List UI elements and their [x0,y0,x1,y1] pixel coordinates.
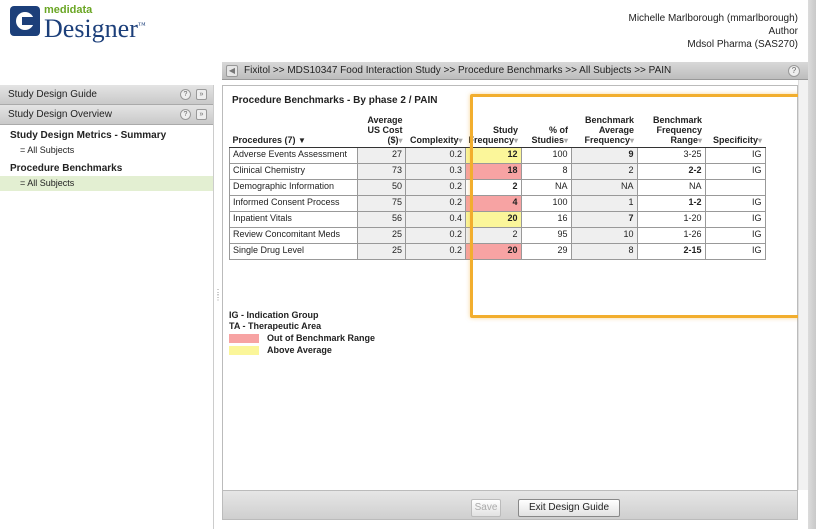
yellow-swatch [229,346,259,355]
col-complexity[interactable]: Complexity▾ [405,114,466,148]
cell-complexity: 0.2 [405,147,466,164]
col-procedures[interactable]: Procedures (7) ▼ [229,114,358,148]
cell-procedure: Inpatient Vitals [229,211,358,228]
cell-cost: 25 [357,243,406,260]
back-arrow-icon[interactable]: ◀ [226,65,238,77]
sidebar: Study Design Guide ? » Study Design Over… [0,85,214,529]
app-header: medidata Designer™ Michelle Marlborough … [0,0,808,70]
cell-procedure: Review Concomitant Meds [229,227,358,244]
brand-name: Designer™ [44,14,146,43]
cell-procedure: Informed Consent Process [229,195,358,212]
help-icon[interactable]: ? [180,109,191,120]
highlight-box [470,94,804,318]
cell-cost: 75 [357,195,406,212]
main-panel: Procedure Benchmarks - By phase 2 / PAIN… [222,85,804,520]
user-info: Michelle Marlborough (mmarlborough) Auth… [628,12,798,51]
cell-cost: 25 [357,227,406,244]
cell-complexity: 0.2 [405,179,466,196]
sidebar-header-label: Study Design Overview [8,109,112,120]
sidebar-item-benchmarks-all-subjects[interactable]: = All Subjects [0,176,213,191]
cell-procedure: Adverse Events Assessment [229,147,358,164]
legend-ta: TA - Therapeutic Area [229,321,322,331]
user-role: Author [768,26,798,37]
vertical-scrollbar[interactable] [798,80,808,490]
cell-cost: 56 [357,211,406,228]
red-swatch [229,334,259,343]
legend-out-of-range: Out of Benchmark Range [229,333,375,344]
cell-cost: 27 [357,147,406,164]
sidebar-section-metrics-summary[interactable]: Study Design Metrics - Summary [0,125,213,143]
help-icon[interactable]: ? [788,65,800,77]
panel-title: Procedure Benchmarks - By phase 2 / PAIN [232,95,438,106]
cell-complexity: 0.3 [405,163,466,180]
cell-cost: 73 [357,163,406,180]
panel-splitter[interactable]: ⋮ ⋮ [214,289,222,310]
collapse-icon[interactable]: » [196,89,207,100]
cell-procedure: Demographic Information [229,179,358,196]
col-average-cost[interactable]: Average US Cost ($)▾ [357,114,406,148]
cell-procedure: Single Drug Level [229,243,358,260]
sidebar-item-metrics-all-subjects[interactable]: = All Subjects [0,143,213,158]
cell-complexity: 0.4 [405,211,466,228]
cell-complexity: 0.2 [405,195,466,212]
exit-design-guide-button[interactable]: Exit Design Guide [518,499,620,517]
user-name: Michelle Marlborough (mmarlborough) [628,13,798,24]
save-button[interactable]: Save [471,499,501,517]
medidata-logo-icon [10,6,40,36]
breadcrumb[interactable]: Fixitol >> MDS10347 Food Interaction Stu… [244,65,671,76]
sidebar-header-label: Study Design Guide [8,89,97,100]
user-company: Mdsol Pharma (SAS270) [687,39,798,50]
cell-complexity: 0.2 [405,227,466,244]
sidebar-section-procedure-benchmarks[interactable]: Procedure Benchmarks [0,158,213,176]
collapse-icon[interactable]: » [196,109,207,120]
sidebar-header-study-design-overview[interactable]: Study Design Overview ? » [0,105,213,125]
legend-above-avg-label: Above Average [267,345,332,355]
legend-out-range-label: Out of Benchmark Range [267,333,376,343]
cell-procedure: Clinical Chemistry [229,163,358,180]
help-icon[interactable]: ? [180,89,191,100]
sidebar-header-study-design-guide[interactable]: Study Design Guide ? » [0,85,213,105]
breadcrumb-bar: ◀ Fixitol >> MDS10347 Food Interaction S… [222,62,808,80]
legend-ig: IG - Indication Group [229,310,319,320]
legend: IG - Indication Group TA - Therapeutic A… [229,310,375,356]
footer-bar: Save Exit Design Guide [222,490,798,520]
legend-above-average: Above Average [229,345,375,356]
cell-complexity: 0.2 [405,243,466,260]
cell-cost: 50 [357,179,406,196]
window-edge [808,0,816,529]
